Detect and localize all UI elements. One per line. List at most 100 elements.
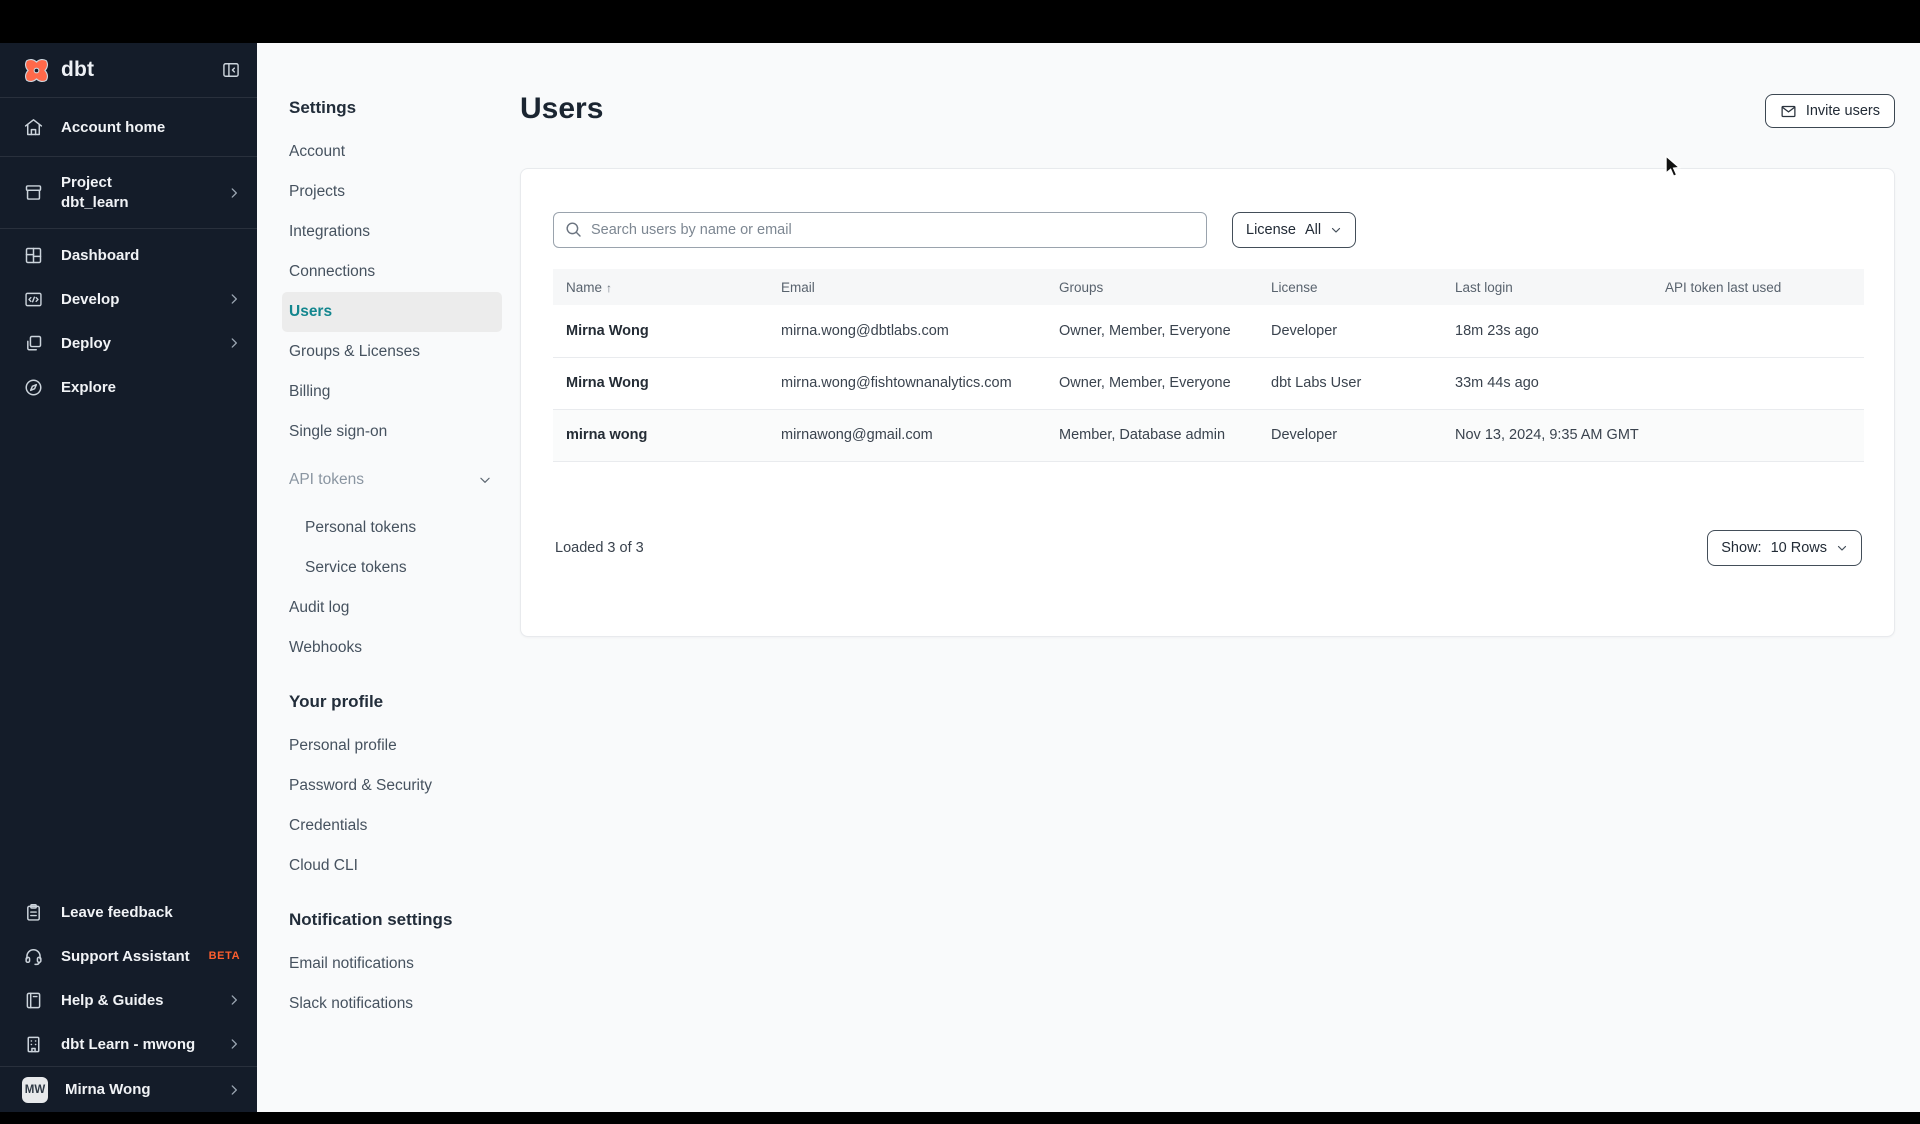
project-label: Project bbox=[61, 173, 112, 191]
cell-email: mirnawong@gmail.com bbox=[781, 427, 933, 443]
settings-item-cloud-cli[interactable]: Cloud CLI bbox=[282, 846, 502, 886]
search-icon bbox=[566, 222, 581, 237]
settings-item-personal-profile[interactable]: Personal profile bbox=[282, 726, 502, 766]
clipboard-icon bbox=[22, 901, 44, 923]
rows-per-page-dropdown[interactable]: Show: 10 Rows bbox=[1707, 529, 1862, 566]
settings-item-projects[interactable]: Projects bbox=[282, 172, 502, 212]
project-icon bbox=[22, 182, 44, 204]
settings-item-groups-licenses[interactable]: Groups & Licenses bbox=[282, 332, 502, 372]
cell-last-login: 33m 44s ago bbox=[1455, 375, 1539, 391]
sidebar-item-explore[interactable]: Explore bbox=[0, 365, 257, 409]
deploy-icon bbox=[22, 332, 44, 354]
dbt-logo-icon bbox=[22, 56, 50, 84]
sidebar-item-label: Leave feedback bbox=[61, 903, 173, 921]
cell-api-token bbox=[1652, 357, 1864, 409]
window-top-bar bbox=[0, 0, 1920, 43]
settings-item-account[interactable]: Account bbox=[282, 132, 502, 172]
invite-users-label: Invite users bbox=[1805, 103, 1880, 119]
sidebar-item-dbt-learn[interactable]: dbt Learn - mwong bbox=[0, 1022, 257, 1066]
sidebar-item-dashboard[interactable]: Dashboard bbox=[0, 233, 257, 277]
headset-icon bbox=[22, 945, 44, 967]
settings-item-service-tokens[interactable]: Service tokens bbox=[282, 548, 502, 588]
sidebar-item-leave-feedback[interactable]: Leave feedback bbox=[0, 890, 257, 934]
license-filter-dropdown[interactable]: License All bbox=[1232, 212, 1357, 248]
cell-groups: Owner, Member, Everyone bbox=[1059, 322, 1231, 339]
settings-item-password-security[interactable]: Password & Security bbox=[282, 766, 502, 806]
settings-item-connections[interactable]: Connections bbox=[282, 252, 502, 292]
license-filter-value: All bbox=[1304, 222, 1322, 238]
sidebar-item-label: Support Assistant bbox=[61, 947, 190, 965]
column-header-license[interactable]: License bbox=[1258, 269, 1442, 305]
sidebar-item-deploy[interactable]: Deploy bbox=[0, 321, 257, 365]
settings-item-integrations[interactable]: Integrations bbox=[282, 212, 502, 252]
nav-item-label: Email notifications bbox=[289, 955, 414, 972]
nav-item-label: API tokens bbox=[289, 471, 364, 488]
column-header-label: Groups bbox=[1059, 279, 1104, 295]
settings-item-email-notifications[interactable]: Email notifications bbox=[282, 944, 502, 984]
home-icon bbox=[22, 116, 44, 138]
sidebar-item-account-home[interactable]: Account home bbox=[0, 98, 257, 156]
settings-heading: Settings bbox=[289, 98, 357, 117]
invite-users-button[interactable]: Invite users bbox=[1764, 94, 1895, 128]
column-header-groups[interactable]: Groups bbox=[1046, 269, 1258, 305]
settings-item-webhooks[interactable]: Webhooks bbox=[282, 628, 502, 668]
cell-name: Mirna Wong bbox=[566, 375, 649, 391]
search-wrap bbox=[553, 212, 1207, 248]
sidebar-item-label: Dashboard bbox=[61, 246, 140, 264]
cell-last-login: Nov 13, 2024, 9:35 AM GMT bbox=[1455, 427, 1639, 443]
chevron-right-icon bbox=[231, 995, 237, 1005]
explore-compass-icon bbox=[22, 376, 44, 398]
sidebar-item-help-guides[interactable]: Help & Guides bbox=[0, 978, 257, 1022]
sidebar-item-label: Account home bbox=[61, 118, 166, 136]
sidebar-item-support-assistant[interactable]: Support Assistant BETA bbox=[0, 934, 257, 978]
project-name: dbt_learn bbox=[61, 193, 129, 211]
loaded-count: Loaded 3 of 3 bbox=[555, 539, 644, 556]
settings-item-users[interactable]: Users bbox=[282, 292, 502, 332]
sidebar-item-project[interactable]: Project dbt_learn bbox=[0, 157, 257, 228]
building-icon bbox=[22, 1033, 44, 1055]
nav-item-label: Audit log bbox=[289, 599, 350, 616]
cell-groups: Member, Database admin bbox=[1059, 427, 1226, 443]
sidebar-collapse-button[interactable] bbox=[221, 60, 241, 80]
column-header-name[interactable]: Name ↑ bbox=[553, 269, 768, 305]
chevron-right-icon bbox=[231, 338, 237, 348]
cell-api-token bbox=[1652, 409, 1864, 461]
sidebar-header: dbt bbox=[0, 43, 257, 97]
chevron-right-icon bbox=[231, 1039, 237, 1049]
nav-item-label: Credentials bbox=[289, 817, 368, 834]
settings-item-credentials[interactable]: Credentials bbox=[282, 806, 502, 846]
column-header-email[interactable]: Email bbox=[768, 269, 1046, 305]
table-row[interactable]: mirna wong mirnawong@gmail.com Member, D… bbox=[553, 409, 1864, 461]
license-filter-label: License bbox=[1246, 222, 1296, 238]
envelope-icon bbox=[1781, 105, 1796, 117]
cell-email: mirna.wong@dbtlabs.com bbox=[781, 322, 949, 339]
chevron-right-icon bbox=[231, 294, 237, 304]
cell-groups: Owner, Member, Everyone bbox=[1059, 375, 1231, 391]
sidebar-item-label: Explore bbox=[61, 378, 117, 396]
page-title: Users bbox=[520, 92, 604, 125]
settings-item-personal-tokens[interactable]: Personal tokens bbox=[282, 508, 502, 548]
settings-item-audit-log[interactable]: Audit log bbox=[282, 588, 502, 628]
users-toolbar: License All bbox=[553, 212, 1862, 248]
table-row[interactable]: Mirna Wong mirna.wong@fishtownanalytics.… bbox=[553, 357, 1864, 409]
settings-item-slack-notifications[interactable]: Slack notifications bbox=[282, 984, 502, 1024]
settings-item-api-tokens[interactable]: API tokens bbox=[282, 460, 502, 500]
table-row[interactable]: Mirna Wong mirna.wong@dbtlabs.com Owner,… bbox=[553, 305, 1864, 357]
app-sidebar: dbt Account home Project dbt_learn Dashb… bbox=[0, 43, 257, 1112]
settings-item-single-sign-on[interactable]: Single sign-on bbox=[282, 412, 502, 452]
chevron-right-icon bbox=[231, 187, 237, 198]
nav-item-label: Users bbox=[289, 303, 333, 320]
cell-api-token bbox=[1652, 305, 1864, 357]
search-users-input[interactable] bbox=[553, 212, 1207, 248]
settings-item-billing[interactable]: Billing bbox=[282, 372, 502, 412]
sidebar-item-develop[interactable]: Develop bbox=[0, 277, 257, 321]
sidebar-user-menu[interactable]: MW Mirna Wong bbox=[0, 1067, 257, 1112]
window-bottom-bar bbox=[0, 1112, 1920, 1124]
column-header-last-login[interactable]: Last login bbox=[1442, 269, 1652, 305]
sort-ascending-icon: ↑ bbox=[606, 280, 613, 295]
cell-license: Developer bbox=[1271, 427, 1338, 443]
column-header-api-token[interactable]: API token last used bbox=[1652, 269, 1864, 305]
chevron-down-icon bbox=[480, 477, 490, 483]
column-header-label: Name bbox=[566, 279, 603, 295]
